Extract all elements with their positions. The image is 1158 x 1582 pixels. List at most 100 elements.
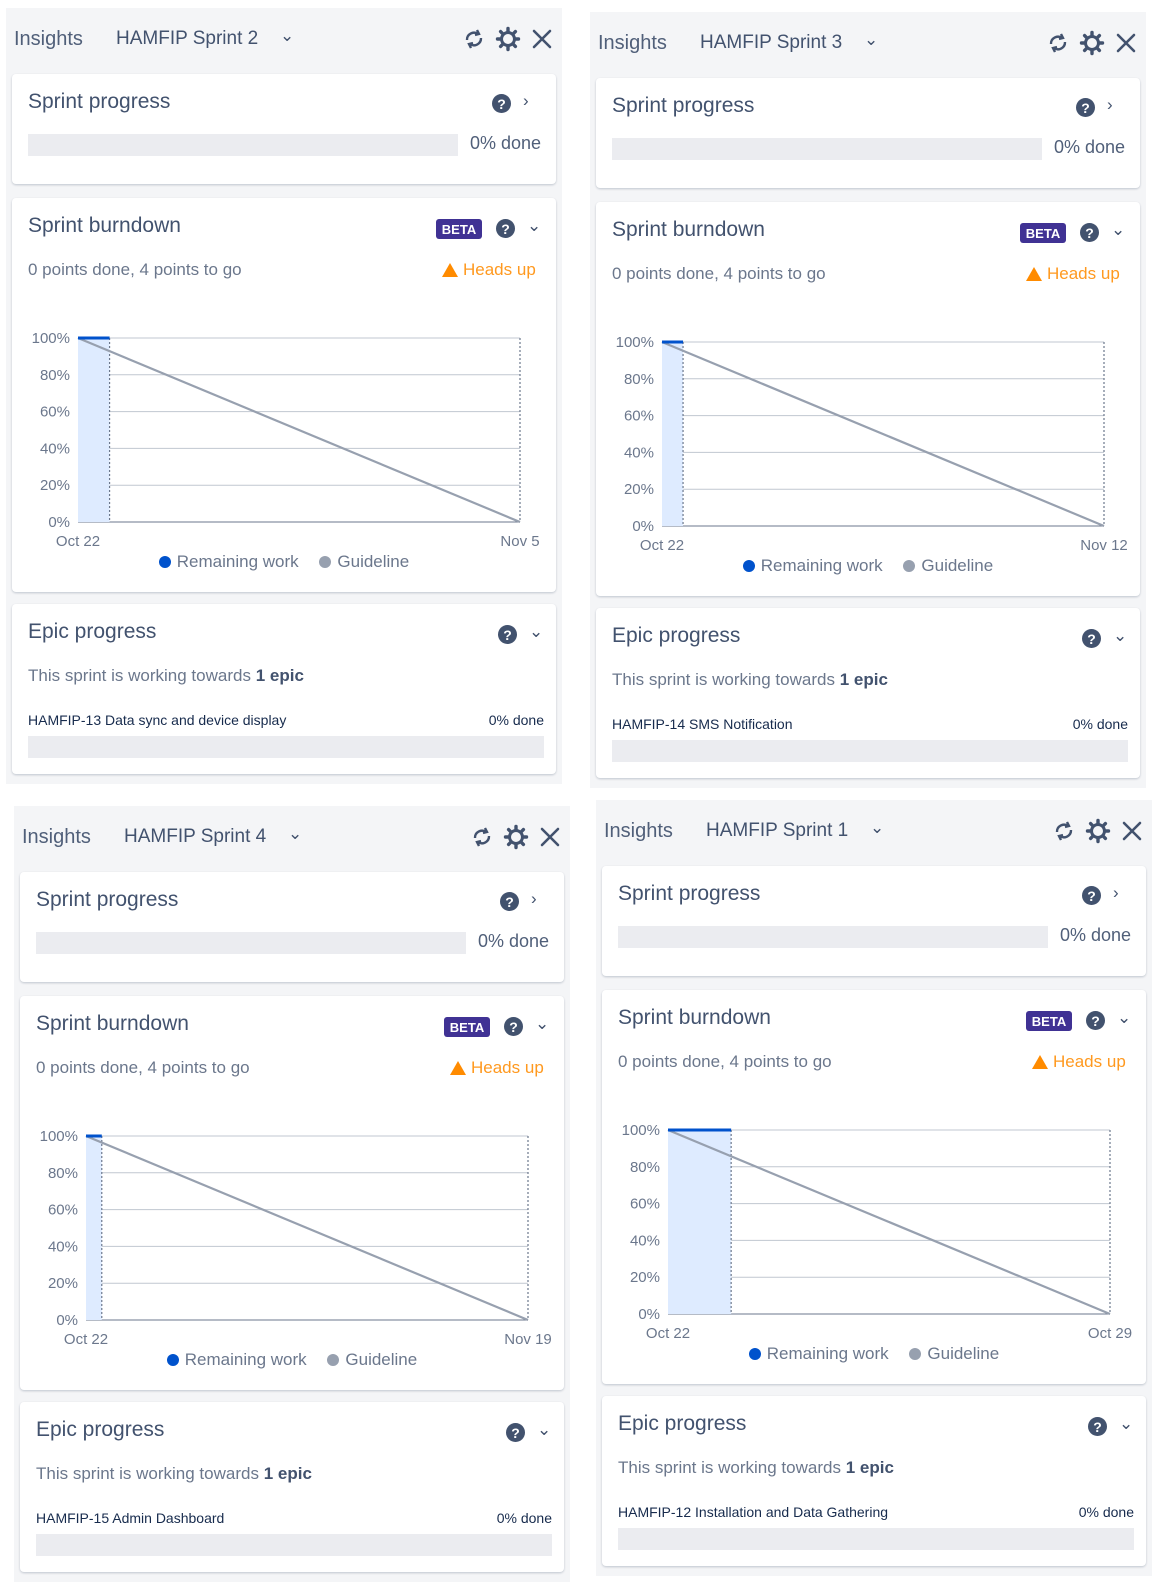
- epic-towards-prefix: This sprint is working towards: [612, 670, 835, 689]
- help-icon[interactable]: ?: [496, 219, 515, 238]
- heads-up-link[interactable]: Heads up: [442, 260, 536, 280]
- legend-label-guideline: Guideline: [927, 1344, 1000, 1363]
- epic-name-link[interactable]: HAMFIP-15 Admin Dashboard: [36, 1510, 224, 1526]
- insights-header: Insights HAMFIP Sprint 4 ⌄: [14, 806, 570, 870]
- x-tick-label: Oct 22: [646, 1325, 690, 1340]
- x-tick-label: Nov 12: [1080, 537, 1128, 552]
- epic-name-link[interactable]: HAMFIP-14 SMS Notification: [612, 716, 793, 732]
- gear-icon[interactable]: [502, 823, 530, 851]
- refresh-icon[interactable]: [1050, 817, 1078, 845]
- legend-label-guideline: Guideline: [921, 556, 994, 575]
- help-icon[interactable]: ?: [500, 892, 519, 911]
- gear-icon[interactable]: [1084, 817, 1112, 845]
- sprint-burndown-title: Sprint burndown: [618, 1006, 771, 1029]
- y-tick-label: 40%: [48, 1238, 78, 1255]
- close-icon[interactable]: [536, 823, 564, 851]
- heads-up-label: Heads up: [1053, 1052, 1126, 1071]
- chevron-right-icon[interactable]: ›: [531, 889, 537, 909]
- refresh-icon[interactable]: [1044, 29, 1072, 57]
- chevron-down-icon[interactable]: ⌄: [527, 216, 541, 236]
- heads-up-link[interactable]: Heads up: [1026, 264, 1120, 284]
- close-icon[interactable]: [1112, 29, 1140, 57]
- chevron-down-icon[interactable]: ⌄: [864, 30, 878, 50]
- help-icon[interactable]: ?: [1082, 629, 1101, 648]
- header-actions: [460, 24, 556, 54]
- epic-percent: 0% done: [1078, 1504, 1134, 1520]
- epic-name-link[interactable]: HAMFIP-13 Data sync and device display: [28, 712, 286, 728]
- legend-label-remaining: Remaining work: [176, 552, 299, 571]
- chevron-down-icon[interactable]: ⌄: [280, 26, 294, 46]
- refresh-icon[interactable]: [460, 25, 488, 53]
- sprint-selector[interactable]: HAMFIP Sprint 2: [116, 28, 258, 50]
- insights-panel-1: Insights HAMFIP Sprint 2 ⌄ Sprint progre…: [6, 8, 562, 784]
- y-tick-label: 0%: [56, 1312, 78, 1329]
- chart-legend: Remaining work Guideline: [20, 1350, 564, 1371]
- heads-up-link[interactable]: Heads up: [450, 1058, 544, 1078]
- legend-item-guideline: Guideline: [909, 1344, 999, 1364]
- epic-count: 1 epic: [839, 670, 888, 689]
- sprint-progress-card: Sprint progress ? › 0% done: [12, 74, 556, 184]
- sprint-selector[interactable]: HAMFIP Sprint 3: [700, 32, 842, 54]
- epic-progress-title: Epic progress: [612, 624, 741, 647]
- header-actions: [1050, 816, 1146, 846]
- heads-up-link[interactable]: Heads up: [1032, 1052, 1126, 1072]
- insights-header: Insights HAMFIP Sprint 3 ⌄: [590, 12, 1146, 76]
- heads-up-label: Heads up: [1047, 264, 1120, 283]
- epic-name-link[interactable]: HAMFIP-12 Installation and Data Gatherin…: [618, 1504, 888, 1520]
- sprint-progress-title: Sprint progress: [618, 882, 761, 905]
- chevron-down-icon[interactable]: ⌄: [1117, 1008, 1131, 1028]
- chart-legend: Remaining work Guideline: [12, 552, 556, 573]
- chevron-down-icon[interactable]: ⌄: [288, 824, 302, 844]
- sprint-progress-card: Sprint progress ? › 0% done: [20, 872, 564, 982]
- help-icon[interactable]: ?: [492, 94, 511, 113]
- burndown-chart: 100% 80% 60% 40% 20% 0% Oct 22 Oct 29: [622, 1122, 1132, 1340]
- epic-towards-text: This sprint is working towards 1 epic: [36, 1464, 312, 1484]
- legend-label-guideline: Guideline: [337, 552, 410, 571]
- warning-icon: [1026, 267, 1042, 281]
- help-icon[interactable]: ?: [1086, 1011, 1105, 1030]
- chevron-right-icon[interactable]: ›: [523, 91, 529, 111]
- sprint-progress-bar: [618, 926, 1048, 948]
- burndown-summary: 0 points done, 4 points to go: [618, 1052, 832, 1071]
- beta-badge: BETA: [436, 219, 482, 239]
- help-icon[interactable]: ?: [504, 1017, 523, 1036]
- sprint-burndown-card: Sprint burndown BETA ? ⌄ 0 points done, …: [596, 202, 1140, 596]
- burndown-chart: 100% 80% 60% 40% 20% 0% Oct 22 Nov 12: [616, 334, 1128, 552]
- close-icon[interactable]: [528, 25, 556, 53]
- chevron-down-icon[interactable]: ⌄: [535, 1014, 549, 1034]
- y-tick-label: 20%: [48, 1275, 78, 1292]
- chevron-right-icon[interactable]: ›: [1113, 883, 1119, 903]
- close-icon[interactable]: [1118, 817, 1146, 845]
- sprint-progress-card: Sprint progress ? › 0% done: [596, 78, 1140, 188]
- chevron-down-icon[interactable]: ⌄: [529, 622, 543, 642]
- chevron-down-icon[interactable]: ⌄: [1113, 626, 1127, 646]
- warning-icon: [450, 1061, 466, 1075]
- help-icon[interactable]: ?: [1080, 223, 1099, 242]
- chevron-down-icon[interactable]: ⌄: [870, 818, 884, 838]
- gear-icon[interactable]: [1078, 29, 1106, 57]
- gear-icon[interactable]: [494, 25, 522, 53]
- refresh-icon[interactable]: [468, 823, 496, 851]
- y-tick-label: 80%: [624, 371, 654, 388]
- help-icon[interactable]: ?: [1076, 98, 1095, 117]
- help-icon[interactable]: ?: [498, 625, 517, 644]
- sprint-progress-bar: [36, 932, 466, 954]
- help-icon[interactable]: ?: [1082, 886, 1101, 905]
- insights-title: Insights: [14, 28, 83, 50]
- sprint-selector[interactable]: HAMFIP Sprint 1: [706, 820, 848, 842]
- y-tick-label: 60%: [624, 408, 654, 425]
- help-icon[interactable]: ?: [1088, 1417, 1107, 1436]
- sprint-progress-title: Sprint progress: [36, 888, 179, 911]
- sprint-burndown-card: Sprint burndown BETA ? ⌄ 0 points done, …: [12, 198, 556, 592]
- chevron-down-icon[interactable]: ⌄: [1119, 1414, 1133, 1434]
- sprint-selector[interactable]: HAMFIP Sprint 4: [124, 826, 266, 848]
- sprint-progress-card: Sprint progress ? › 0% done: [602, 866, 1146, 976]
- epic-progress-title: Epic progress: [36, 1418, 165, 1441]
- scope-area: [662, 342, 684, 526]
- chevron-down-icon[interactable]: ⌄: [1111, 220, 1125, 240]
- chevron-down-icon[interactable]: ⌄: [537, 1420, 551, 1440]
- warning-icon: [1032, 1055, 1048, 1069]
- help-icon[interactable]: ?: [506, 1423, 525, 1442]
- burndown-summary: 0 points done, 4 points to go: [612, 264, 826, 283]
- chevron-right-icon[interactable]: ›: [1107, 95, 1113, 115]
